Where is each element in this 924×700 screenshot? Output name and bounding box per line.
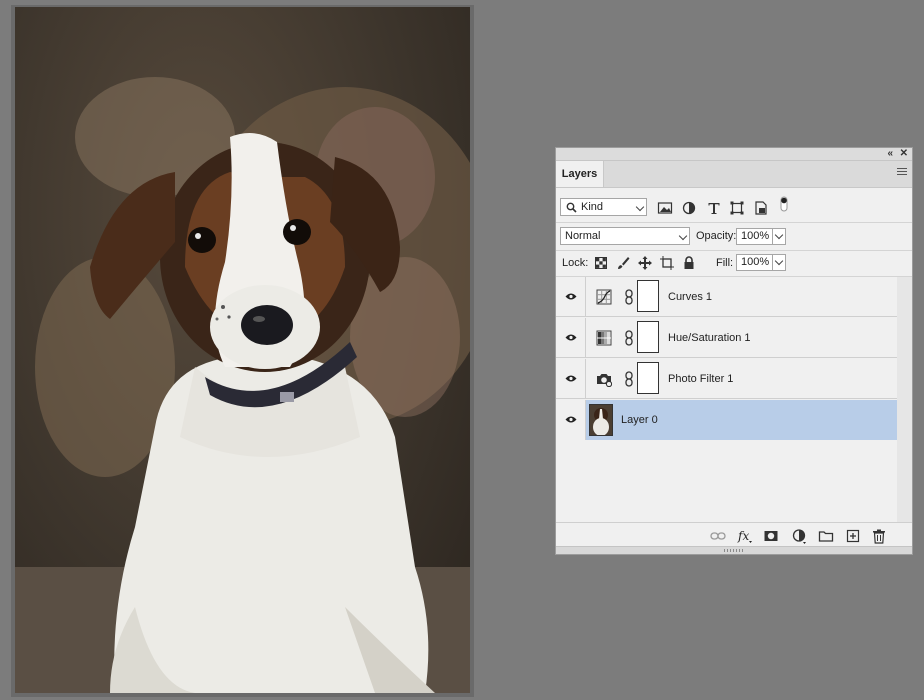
blend-mode-value: Normal [565, 230, 601, 242]
hamburger-menu-icon[interactable] [897, 168, 907, 178]
panel-title-bar[interactable]: « ✕ [556, 148, 912, 161]
search-icon [566, 202, 577, 213]
layer-thumbnail[interactable] [589, 404, 613, 436]
layer-name[interactable]: Curves 1 [668, 277, 712, 317]
fill-label: Fill: [716, 257, 734, 269]
layer-mask-thumbnail[interactable] [637, 280, 659, 312]
pixel-filter-icon[interactable] [657, 200, 673, 216]
type-filter-icon[interactable] [706, 200, 722, 216]
panel-resize-grip[interactable] [556, 546, 912, 554]
puppy-photo [15, 77, 470, 693]
visibility-toggle[interactable] [556, 318, 586, 358]
filter-kind-label: Kind [581, 201, 604, 213]
layer-mask-thumbnail[interactable] [637, 321, 659, 353]
visibility-toggle[interactable] [556, 277, 586, 317]
visibility-toggle[interactable] [556, 400, 586, 440]
hue-saturation-icon [596, 330, 612, 346]
filter-kind-dropdown[interactable]: Kind [560, 198, 647, 216]
layer-row-curves[interactable]: Curves 1 [556, 277, 897, 317]
blend-mode-row: Normal Opacity: 100% [556, 223, 912, 251]
lock-image-pixels-icon[interactable] [615, 255, 631, 271]
lock-artboard-icon[interactable] [659, 255, 675, 271]
new-adjustment-icon[interactable] [791, 528, 807, 544]
opacity-field[interactable]: 100% [736, 228, 773, 245]
link-layers-icon[interactable] [710, 528, 726, 544]
svg-text:fx: fx [737, 529, 749, 543]
lock-transparent-pixels-icon[interactable] [593, 255, 609, 271]
shape-filter-icon[interactable] [729, 200, 745, 216]
tab-layers[interactable]: Layers [556, 161, 604, 187]
opacity-slider-toggle[interactable] [772, 228, 786, 245]
layers-list: Curves 1 Hue/Saturation 1 Photo Filter 1 [556, 277, 897, 522]
layers-panel: « ✕ Layers Kind Normal Opacity: 100% Loc… [555, 147, 913, 555]
eye-icon [565, 416, 577, 423]
new-layer-icon[interactable] [845, 528, 861, 544]
layer-filter-row: Kind [556, 192, 912, 223]
layer-mask-thumbnail[interactable] [637, 362, 659, 394]
layers-scrollbar[interactable] [897, 277, 912, 522]
trash-icon[interactable] [871, 528, 887, 544]
layer-row-hue-saturation[interactable]: Hue/Saturation 1 [556, 318, 897, 358]
eye-icon [565, 293, 577, 300]
layer-row-layer-0[interactable]: Layer 0 [556, 400, 897, 440]
layer-name[interactable]: Photo Filter 1 [668, 359, 733, 399]
close-icon[interactable]: ✕ [900, 148, 908, 160]
curves-icon [596, 289, 612, 305]
document-canvas[interactable] [15, 7, 470, 693]
layer-name[interactable]: Layer 0 [621, 400, 658, 440]
filter-toggle-icon[interactable] [776, 196, 792, 212]
opacity-label: Opacity: [696, 230, 737, 242]
adjustment-filter-icon[interactable] [681, 200, 697, 216]
add-mask-icon[interactable] [763, 528, 779, 544]
puppy-thumbnail-image [590, 405, 612, 435]
link-icon[interactable] [624, 371, 634, 387]
lock-label: Lock: [562, 257, 589, 269]
double-chevron-left-icon[interactable]: « [887, 148, 893, 160]
lock-all-icon[interactable] [681, 255, 697, 271]
eye-icon [565, 375, 577, 382]
panel-tab-bar: Layers [556, 161, 912, 188]
fill-field[interactable]: 100% [736, 254, 773, 271]
camera-icon [597, 374, 612, 387]
blend-mode-dropdown[interactable]: Normal [560, 227, 690, 245]
visibility-toggle[interactable] [556, 359, 586, 399]
layers-action-bar: fx [556, 522, 912, 549]
smart-object-filter-icon[interactable] [753, 200, 769, 216]
link-icon[interactable] [624, 330, 634, 346]
layer-name[interactable]: Hue/Saturation 1 [668, 318, 751, 358]
eye-icon [565, 334, 577, 341]
new-group-icon[interactable] [818, 528, 834, 544]
link-icon[interactable] [624, 289, 634, 305]
layer-row-photo-filter[interactable]: Photo Filter 1 [556, 359, 897, 399]
lock-position-icon[interactable] [637, 255, 653, 271]
fill-slider-toggle[interactable] [772, 254, 786, 271]
fx-icon[interactable]: fx [737, 528, 753, 544]
lock-row: Lock: Fill: 100% [556, 250, 912, 277]
